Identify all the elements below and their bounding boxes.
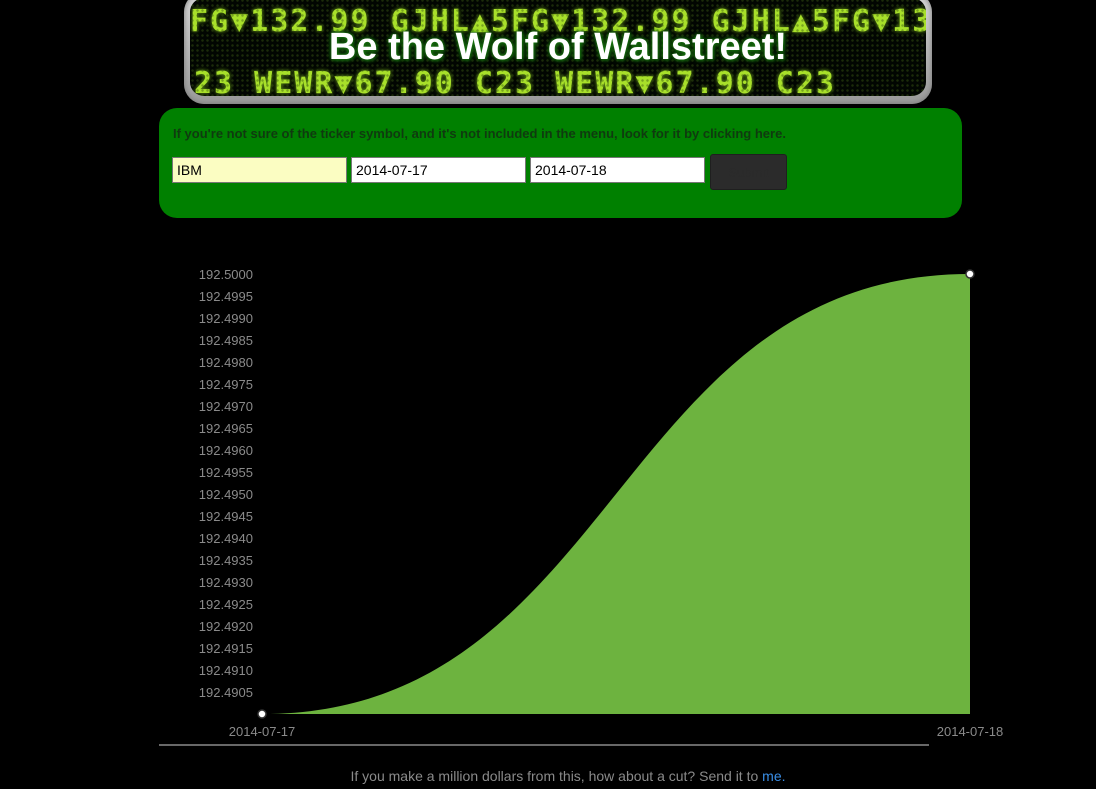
y-tick-label: 192.4910 [199,663,253,678]
y-tick-label: 192.4915 [199,641,253,656]
y-tick-label: 192.4995 [199,289,253,304]
y-tick-label: 192.4990 [199,311,253,326]
data-point [257,709,267,719]
price-area-chart: 192.4905 192.4910 192.4915 192.4920 192.4925… [159,267,1004,746]
y-tick-label: 192.4905 [199,685,253,700]
y-tick-label: 192.4985 [199,333,253,348]
y-tick-label: 192.4970 [199,399,253,414]
y-tick-label: 192.4960 [199,443,253,458]
y-axis: 192.4905 192.4910 192.4915 192.4920 192.4925… [199,267,253,700]
y-tick-label: 192.4975 [199,377,253,392]
y-tick-label: 192.4965 [199,421,253,436]
footer-text: If you make a million dollars from this,… [350,768,763,784]
x-tick-label: 2014-07-17 [229,724,296,739]
y-tick-label: 192.4920 [199,619,253,634]
y-tick-label: 192.4940 [199,531,253,546]
footer: If you make a million dollars from this,… [0,768,1096,784]
page: FG▼132.99 GJHL▲5FG▼132.99 GJHL▲5FG▼13 23… [0,0,1096,789]
y-tick-label: 192.5000 [199,267,253,282]
x-tick-label: 2014-07-18 [937,724,1004,739]
price-area [262,274,970,714]
y-tick-label: 192.4930 [199,575,253,590]
contact-link[interactable]: me. [762,768,785,784]
y-tick-label: 192.4955 [199,465,253,480]
data-point [965,269,975,279]
y-tick-label: 192.4925 [199,597,253,612]
x-axis: 2014-07-17 2014-07-18 [229,724,1004,739]
y-tick-label: 192.4945 [199,509,253,524]
y-tick-label: 192.4950 [199,487,253,502]
y-tick-label: 192.4980 [199,355,253,370]
y-tick-label: 192.4935 [199,553,253,568]
